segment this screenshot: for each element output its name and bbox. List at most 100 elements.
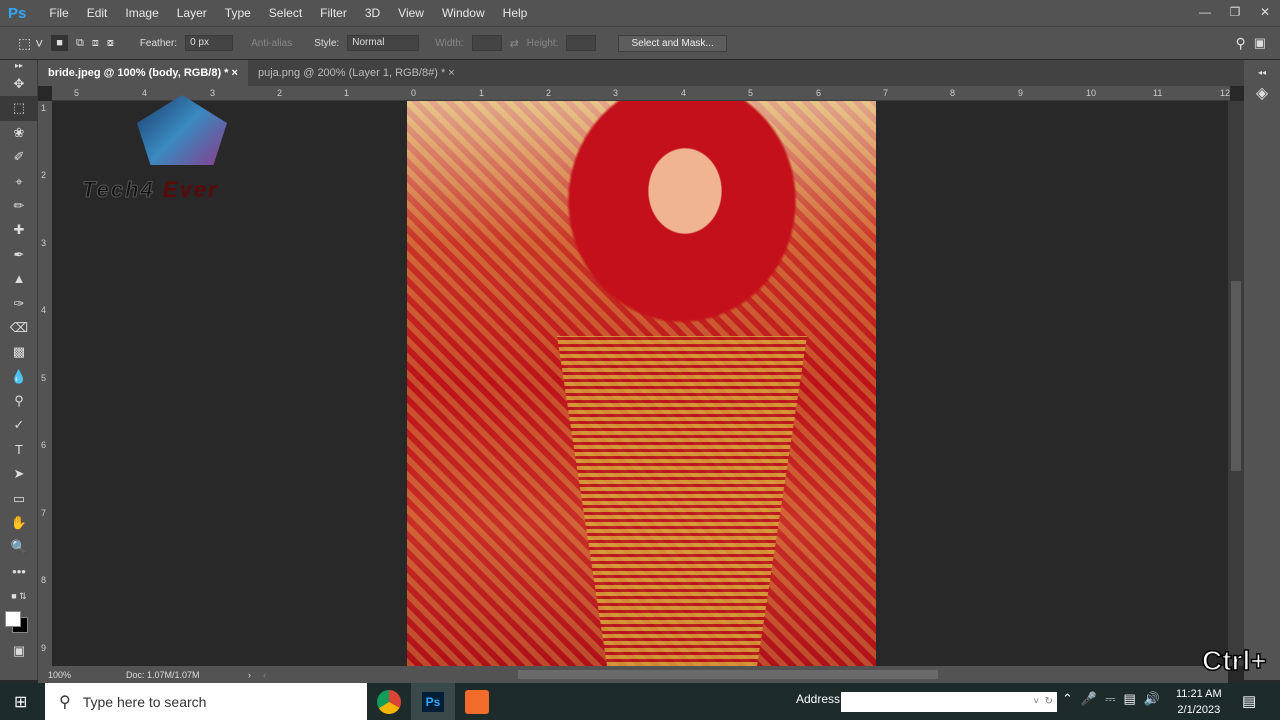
new-selection-icon[interactable]: ■	[51, 35, 68, 51]
ruler-tick: 6	[41, 440, 47, 450]
type-tool-icon[interactable]: T	[0, 438, 38, 462]
bride-photo[interactable]	[407, 101, 876, 666]
recorder-icon	[465, 689, 489, 714]
menu-view[interactable]: View	[389, 6, 433, 20]
style-select[interactable]: Normal	[347, 35, 420, 51]
ruler-tick: 8	[950, 88, 956, 98]
ruler-tick: 2	[546, 88, 552, 98]
windows-start-icon[interactable]: ⊞	[14, 692, 27, 712]
blur-tool-icon[interactable]: 💧	[0, 365, 38, 389]
quick-select-icon[interactable]: ✐	[0, 145, 38, 169]
menu-bar: Ps File Edit Image Layer Type Select Fil…	[0, 0, 1280, 26]
network-icon[interactable]: ▤	[1123, 691, 1135, 707]
scroll-left-icon[interactable]: ‹	[263, 670, 266, 680]
marquee-preset-icon[interactable]: ⬚ ˅	[18, 35, 43, 52]
microphone-icon[interactable]: 🎤	[1081, 691, 1097, 707]
scroll-thumb[interactable]	[1231, 281, 1241, 471]
menu-help[interactable]: Help	[494, 6, 537, 20]
ruler-tick: 3	[41, 238, 47, 248]
restore-icon[interactable]: ❐	[1220, 0, 1250, 24]
system-tray: ⌃ 🎤 ⎓ ▤ 🔊	[1062, 691, 1160, 707]
swap-icon[interactable]: ⇄	[510, 37, 519, 50]
refresh-icon[interactable]: ↻	[1045, 696, 1053, 707]
lasso-tool-icon[interactable]: ❀	[0, 121, 38, 145]
power-icon[interactable]: ⎓	[1105, 691, 1115, 707]
rectangle-tool-icon[interactable]: ▭	[0, 487, 38, 511]
menu-select[interactable]: Select	[260, 6, 311, 20]
menu-layer[interactable]: Layer	[168, 6, 216, 20]
tab-bride[interactable]: bride.jpeg @ 100% (body, RGB/8) * ×	[38, 60, 248, 86]
layers-icon[interactable]: ◈	[1244, 83, 1280, 103]
photoshop-logo: Ps	[8, 4, 27, 22]
add-selection-icon[interactable]: ⧉	[76, 37, 84, 50]
eyedropper-icon[interactable]: ✏	[0, 194, 38, 218]
close-tab-icon[interactable]: ×	[448, 67, 454, 79]
height-input[interactable]	[566, 35, 597, 51]
height-label: Height:	[526, 37, 559, 49]
gold-jewelry	[557, 336, 807, 666]
vertical-scrollbar[interactable]	[1228, 101, 1244, 666]
eraser-icon[interactable]: ⌫	[0, 316, 38, 340]
quick-mask-icon[interactable]: ▣	[0, 639, 38, 663]
subtract-selection-icon[interactable]: ⧈	[92, 37, 99, 50]
menu-edit[interactable]: Edit	[78, 6, 117, 20]
status-arrow-icon[interactable]: ›	[248, 670, 251, 680]
menu-file[interactable]: File	[40, 6, 77, 20]
close-tab-icon[interactable]: ×	[232, 67, 238, 79]
default-colors-icon[interactable]: ■ ⇅	[0, 584, 38, 608]
color-swatches[interactable]	[0, 609, 38, 639]
crop-tool-icon[interactable]: ⌖	[0, 170, 38, 194]
search-icon[interactable]: ⚲	[1235, 35, 1245, 52]
clock[interactable]: 11:21 AM 2/1/2023	[1176, 686, 1222, 718]
horizontal-scrollbar[interactable]	[518, 670, 938, 679]
chrome-app[interactable]	[367, 683, 411, 720]
dodge-tool-icon[interactable]: ⚲	[0, 389, 38, 413]
taskbar-search[interactable]: ⚲ Type here to search	[45, 683, 367, 720]
menu-type[interactable]: Type	[216, 6, 260, 20]
intersect-selection-icon[interactable]: ⧇	[107, 37, 114, 50]
brush-tool-icon[interactable]: ✒	[0, 243, 38, 267]
windows-taskbar: ⊞ ⚲ Type here to search Ps Address ˅ ↻ ⌃…	[0, 683, 1280, 720]
recorder-app[interactable]	[455, 683, 499, 720]
hand-tool-icon[interactable]: ✋	[0, 511, 38, 535]
ruler-tick: 9	[1018, 88, 1024, 98]
move-tool-icon[interactable]: ✥	[0, 72, 38, 96]
close-icon[interactable]: ✕	[1250, 0, 1280, 24]
minimize-icon[interactable]: —	[1190, 0, 1220, 24]
collapse-icon[interactable]: ▸▸	[0, 60, 38, 72]
watermark-logo: Tech4 Ever	[82, 85, 272, 210]
doc-size: Doc: 1.07M/1.07M	[126, 669, 200, 680]
gradient-tool-icon[interactable]: ▩	[0, 340, 38, 364]
show-hidden-icons[interactable]: ⌃	[1062, 691, 1073, 707]
menu-filter[interactable]: Filter	[311, 6, 356, 20]
volume-icon[interactable]: 🔊	[1144, 691, 1160, 707]
address-label: Address	[796, 692, 841, 706]
width-input[interactable]	[471, 35, 502, 51]
history-brush-icon[interactable]: ✑	[0, 292, 38, 316]
photoshop-app[interactable]: Ps	[411, 683, 455, 720]
healing-brush-icon[interactable]: ✚	[0, 218, 38, 242]
clone-stamp-icon[interactable]: ▲	[0, 267, 38, 291]
marquee-tool-icon[interactable]: ⬚	[0, 96, 38, 121]
ruler-tick: 0	[411, 88, 417, 98]
ruler-tick: 2	[277, 88, 283, 98]
zoom-level[interactable]: 100%	[38, 670, 118, 680]
tab-puja[interactable]: puja.png @ 200% (Layer 1, RGB/8#) * ×	[248, 60, 465, 86]
expand-panels-icon[interactable]: ◂◂	[1244, 68, 1280, 77]
anti-alias-checkbox[interactable]: Anti-alias	[251, 38, 292, 49]
feather-input[interactable]: 0 px	[185, 35, 234, 51]
logo-emblem	[137, 95, 227, 165]
notifications-icon[interactable]: ▤	[1242, 692, 1256, 710]
select-and-mask-button[interactable]: Select and Mask...	[618, 34, 727, 52]
address-input[interactable]: ˅ ↻	[841, 692, 1057, 712]
tab-label: bride.jpeg @ 100% (body, RGB/8) *	[48, 67, 229, 79]
pen-tool-icon[interactable]: ✓	[0, 413, 38, 437]
menu-3d[interactable]: 3D	[356, 6, 389, 20]
menu-window[interactable]: Window	[433, 6, 494, 20]
more-tools-icon[interactable]: •••	[0, 560, 38, 584]
address-dropdown-icon[interactable]: ˅	[1033, 696, 1039, 707]
workspace-icon[interactable]: ▣	[1254, 35, 1266, 51]
path-select-icon[interactable]: ➤	[0, 462, 38, 486]
zoom-tool-icon[interactable]: 🔍	[0, 535, 38, 559]
menu-image[interactable]: Image	[116, 6, 167, 20]
